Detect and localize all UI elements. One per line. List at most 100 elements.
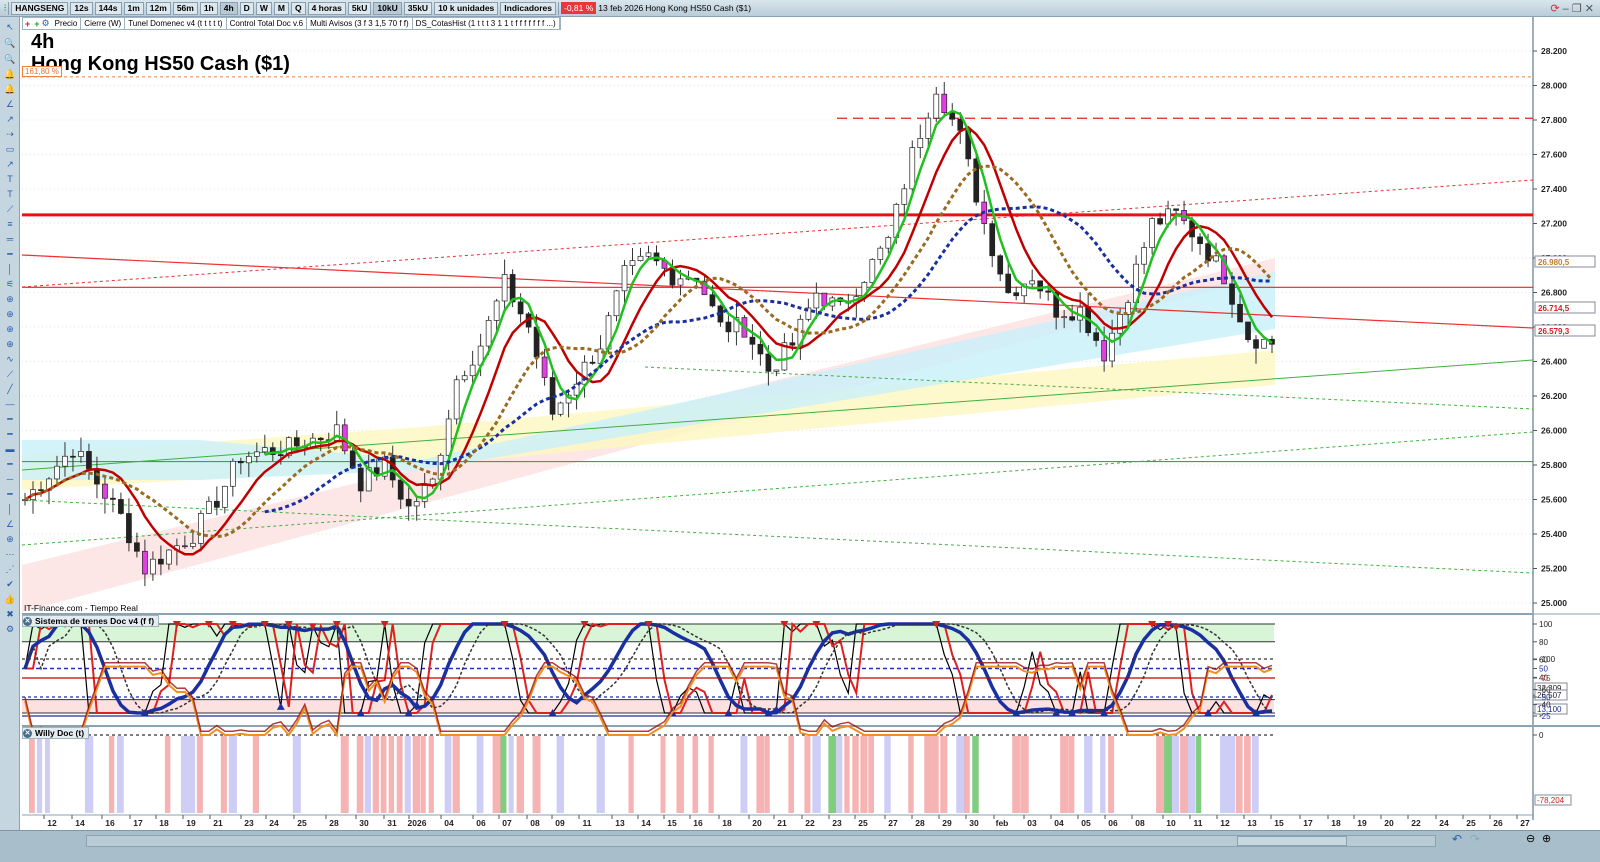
candle [973, 158, 980, 203]
candle [142, 550, 148, 575]
redo-icon[interactable]: ↷ [1470, 832, 1480, 846]
candle [1157, 218, 1163, 225]
willy-signal-stripe [500, 736, 507, 813]
time-tick-label: 25 [297, 818, 307, 828]
willy-signal-stripe [868, 736, 875, 813]
willy-signal-stripe [1020, 736, 1029, 813]
candle [213, 500, 220, 508]
price-tick-label: 25.400 [1541, 529, 1567, 539]
time-tick-label: 30 [969, 818, 979, 828]
willy-signal-stripe [1068, 736, 1075, 813]
price-tick-label: 25.200 [1541, 564, 1567, 574]
candle [182, 545, 188, 548]
candle [989, 223, 996, 257]
horizontal-scrollbar[interactable] [86, 835, 1436, 847]
candle [70, 455, 76, 458]
close-panel-icon[interactable]: ✕ [23, 616, 32, 626]
time-tick-label: 29 [942, 818, 952, 828]
willy-signal-stripe [1172, 736, 1180, 813]
time-tick-label: 20 [1384, 818, 1394, 828]
candle [126, 513, 132, 544]
willy-tick-label: -100 [1539, 655, 1556, 664]
willy-signal-stripe [908, 736, 914, 813]
panel1-header: ✕ Sistema de trenes Doc v4 (f f) [22, 615, 160, 627]
candle [110, 497, 116, 500]
time-tick-label: 28 [329, 818, 339, 828]
willy-signal-stripe [84, 736, 94, 813]
willy-tick-label: -60 [1539, 685, 1551, 694]
zoom-out-icon[interactable]: ⊖ [1526, 832, 1535, 845]
time-tick-label: 20 [752, 818, 762, 828]
candle [1237, 303, 1243, 323]
willy-signal-stripe [852, 736, 859, 813]
time-tick-label: 12 [1220, 818, 1230, 828]
willy-signal-stripe [1188, 736, 1196, 813]
price-marker: 26.714,5 [1534, 301, 1596, 314]
candle [413, 501, 420, 507]
time-tick-label: 30 [359, 818, 369, 828]
osc-tick-label: 80 [1539, 638, 1548, 647]
candle [1205, 243, 1211, 262]
candle [485, 320, 492, 347]
willy-signal-stripe [660, 736, 666, 813]
panel2-title: Willy Doc (t) [35, 728, 85, 738]
candle [885, 237, 892, 249]
candle [1261, 338, 1267, 349]
candle [509, 274, 516, 303]
time-tick-label: 24 [1439, 818, 1449, 828]
undo-icon[interactable]: ↶ [1452, 832, 1462, 846]
willy-signal-stripe [364, 736, 372, 813]
time-tick-label: 27 [888, 818, 898, 828]
candle [349, 450, 356, 469]
zoom-in-icon[interactable]: ⊕ [1542, 832, 1551, 845]
candle [493, 300, 500, 321]
candle [1173, 208, 1179, 211]
price-tick-label: 25.600 [1541, 495, 1567, 505]
fib-label: 161,80 % [22, 66, 62, 77]
candle [62, 455, 68, 467]
candle [1005, 273, 1012, 294]
candle [150, 558, 156, 575]
close-panel-icon[interactable]: ✕ [23, 728, 32, 738]
willy-signal-stripe [940, 736, 948, 813]
candle [789, 342, 796, 346]
candle [541, 356, 548, 378]
willy-signal-stripe [932, 736, 939, 813]
time-tick-label: 17 [1303, 818, 1313, 828]
osc-tick-label: 100 [1539, 620, 1553, 629]
candle [573, 383, 580, 396]
time-tick-label: 04 [1054, 818, 1064, 828]
time-tick-label: 23 [244, 818, 254, 828]
willy-signal-stripe [396, 736, 403, 813]
candle [54, 465, 60, 480]
candle [261, 447, 268, 453]
candle [1069, 316, 1076, 321]
candle [1029, 280, 1036, 285]
candle [1061, 316, 1068, 319]
price-tick-label: 26.800 [1541, 288, 1567, 298]
candle [357, 467, 364, 492]
candle [389, 456, 396, 481]
candle [229, 460, 236, 487]
candle [1101, 340, 1107, 362]
candle [237, 460, 244, 464]
candle [78, 451, 84, 457]
willy-signal-stripe [180, 736, 189, 813]
bottom-toolbar: ↶ ↷ ⊖ ⊕ [0, 830, 1600, 862]
scrollbar-thumb[interactable] [1237, 836, 1347, 846]
candle [869, 259, 876, 283]
candle [933, 93, 940, 119]
time-tick-label: 25 [858, 818, 868, 828]
willy-signal-stripe [508, 736, 514, 813]
price-chart[interactable]: 28.20028.00027.80027.60027.40027.20027.0… [0, 0, 1600, 862]
time-tick-label: 11 [583, 818, 592, 828]
candle [277, 454, 284, 457]
willy-signal-stripe [596, 736, 605, 813]
candle [166, 549, 172, 565]
willy-signal-stripe [532, 736, 541, 813]
price-tick-label: 26.200 [1541, 391, 1567, 401]
candle [765, 353, 772, 372]
time-tick-label: 06 [476, 818, 486, 828]
candle [757, 343, 764, 355]
candle [629, 260, 636, 266]
